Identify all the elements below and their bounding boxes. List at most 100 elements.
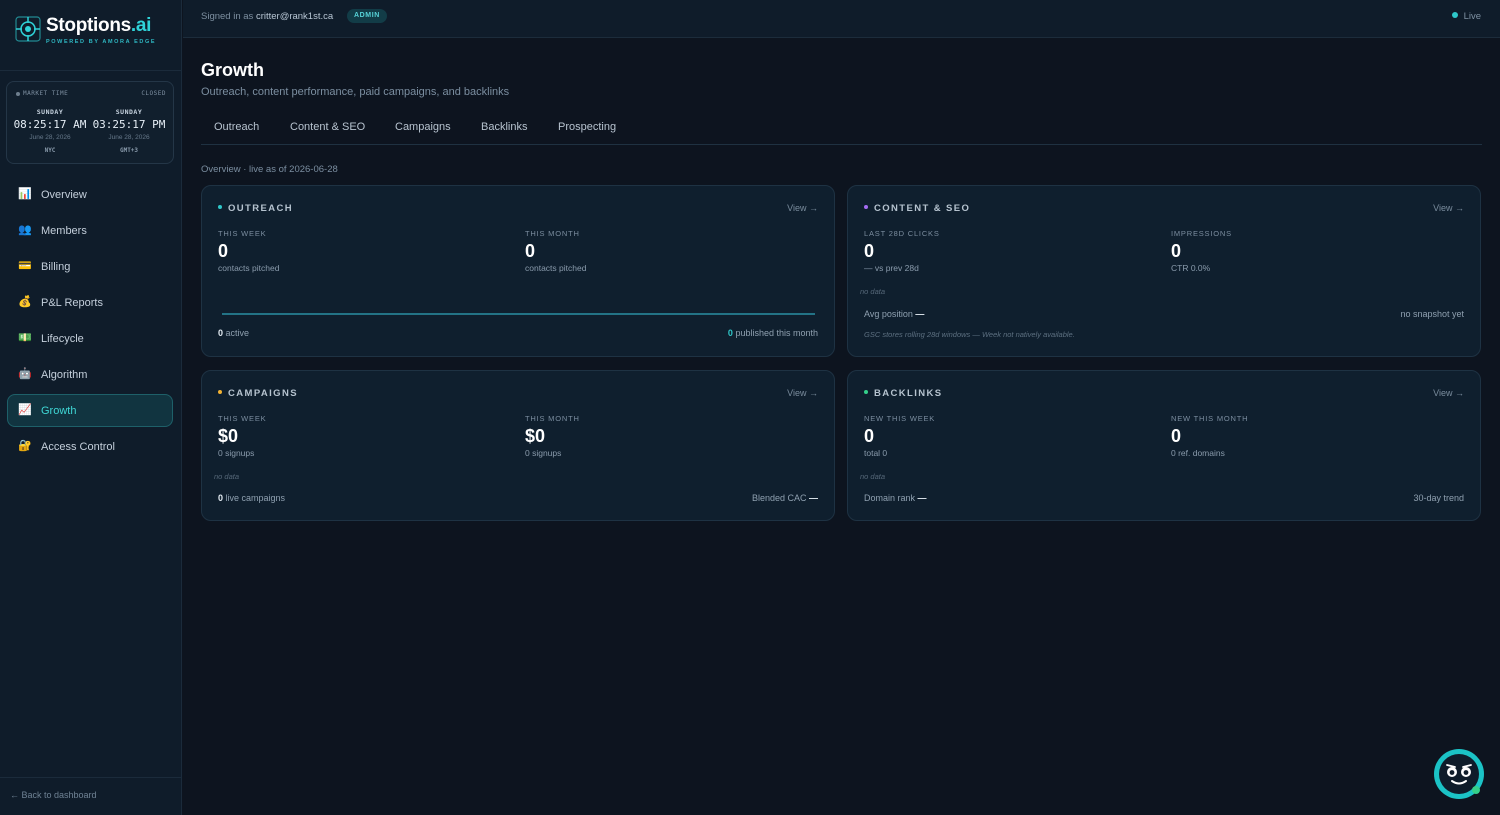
stat-new-this-week: NEW THIS WEEK 0 total 0 <box>864 414 935 458</box>
money-bag-icon: 💰 <box>18 296 32 309</box>
blended-cac: Blended CAC — <box>752 493 818 503</box>
stat-this-month: THIS MONTH 0 contacts pitched <box>525 229 586 273</box>
clock-day: SUNDAY <box>11 108 89 116</box>
gsc-note: GSC stores rolling 28d windows — Week no… <box>864 330 1075 339</box>
brand-name: Stoptions.ai <box>46 15 151 37</box>
sidebar-nav: 📊 Overview 👥 Members 💳 Billing 💰 P&L Rep… <box>7 178 173 466</box>
sidebar-item-lifecycle[interactable]: 💵 Lifecycle <box>7 322 173 355</box>
no-data-label: no data <box>860 472 885 481</box>
sidebar-item-label: Growth <box>41 405 76 417</box>
live-campaigns-count: 0 live campaigns <box>218 493 285 503</box>
banknote-icon: 💵 <box>18 332 32 345</box>
market-time-widget: MARKET TIME CLOSED SUNDAY 08:25:17 AM Ju… <box>6 81 174 164</box>
view-outreach-link[interactable]: View → <box>787 203 818 213</box>
stat-this-week: THIS WEEK 0 contacts pitched <box>218 229 279 273</box>
published-count: 0 published this month <box>728 328 818 338</box>
no-data-label: no data <box>214 472 239 481</box>
view-campaigns-link[interactable]: View → <box>787 388 818 398</box>
sidebar: Stoptions.ai POWERED BY AMORA EDGE MARKE… <box>0 0 182 815</box>
clock-time: 08:25:17 AM <box>11 118 89 131</box>
live-indicator: Live <box>1452 11 1481 22</box>
signed-in-text: Signed in as critter@rank1st.ca <box>201 11 333 22</box>
divider <box>0 70 181 71</box>
status-dot-icon <box>218 205 222 209</box>
sidebar-item-members[interactable]: 👥 Members <box>7 214 173 247</box>
campaigns-card: CAMPAIGNS View → THIS WEEK $0 0 signups … <box>201 370 835 521</box>
status-dot-icon <box>16 92 20 96</box>
clock-date: June 28, 2026 <box>11 134 89 141</box>
status-dot-icon <box>864 205 868 209</box>
tab-content-seo[interactable]: Content & SEO <box>290 121 365 133</box>
tab-campaigns[interactable]: Campaigns <box>395 121 451 133</box>
crosshair-logo-icon <box>14 15 42 43</box>
sidebar-item-billing[interactable]: 💳 Billing <box>7 250 173 283</box>
clock-gmt: SUNDAY 03:25:17 PM June 28, 2026 GMT+3 <box>90 108 168 154</box>
outreach-card: OUTREACH View → THIS WEEK 0 contacts pit… <box>201 185 835 357</box>
active-count: 0 active <box>218 328 249 338</box>
sidebar-item-label: Lifecycle <box>41 333 84 345</box>
clock-zone: GMT+3 <box>90 147 168 154</box>
clock-nyc: SUNDAY 08:25:17 AM June 28, 2026 NYC <box>11 108 89 154</box>
back-to-dashboard-link[interactable]: ← Back to dashboard <box>10 790 97 800</box>
live-label: Live <box>1464 11 1481 22</box>
tab-outreach[interactable]: Outreach <box>214 121 259 133</box>
page-title: Growth <box>201 60 264 81</box>
status-dot-icon <box>218 390 222 394</box>
view-seo-link[interactable]: View → <box>1433 203 1464 213</box>
trend-label: 30-day trend <box>1413 493 1464 503</box>
sidebar-item-label: Billing <box>41 261 70 273</box>
top-bar: Signed in as critter@rank1st.ca ADMIN Li… <box>183 0 1500 38</box>
status-dot-icon <box>864 390 868 394</box>
page-subtitle: Outreach, content performance, paid camp… <box>201 86 509 98</box>
card-title: CONTENT & SEO <box>864 203 970 214</box>
live-dot-icon <box>1452 12 1458 18</box>
tab-bar: Outreach Content & SEO Campaigns Backlin… <box>201 116 1482 145</box>
domain-rank: Domain rank — <box>864 493 927 503</box>
stat-new-this-month: NEW THIS MONTH 0 0 ref. domains <box>1171 414 1248 458</box>
stat-this-week: THIS WEEK $0 0 signups <box>218 414 266 458</box>
market-time-label: MARKET TIME <box>23 90 68 97</box>
stat-impressions: IMPRESSIONS 0 CTR 0.0% <box>1171 229 1232 273</box>
sidebar-item-label: Access Control <box>41 441 115 453</box>
sidebar-item-access-control[interactable]: 🔐 Access Control <box>7 430 173 463</box>
users-icon: 👥 <box>18 224 32 237</box>
sidebar-item-label: Algorithm <box>41 369 87 381</box>
no-data-label: no data <box>860 287 885 296</box>
brand-logo-link[interactable]: Stoptions.ai POWERED BY AMORA EDGE <box>14 12 174 50</box>
content-seo-card: CONTENT & SEO View → LAST 28D CLICKS 0 —… <box>847 185 1481 357</box>
sidebar-item-label: Overview <box>41 189 87 201</box>
view-backlinks-link[interactable]: View → <box>1433 388 1464 398</box>
brand-tagline: POWERED BY AMORA EDGE <box>46 39 156 45</box>
snapshot-status: no snapshot yet <box>1400 309 1464 319</box>
mascot-face-icon <box>1433 748 1485 800</box>
clock-zone: NYC <box>11 147 89 154</box>
clock-date: June 28, 2026 <box>90 134 168 141</box>
outreach-sparkline <box>222 308 815 320</box>
assistant-mascot-button[interactable] <box>1433 748 1485 800</box>
divider <box>0 777 181 778</box>
overview-timestamp: Overview · live as of 2026-06-28 <box>201 164 338 175</box>
signed-in-prefix: Signed in as <box>201 11 253 22</box>
clock-day: SUNDAY <box>90 108 168 116</box>
trending-up-icon: 📈 <box>18 404 32 417</box>
tab-prospecting[interactable]: Prospecting <box>558 121 616 133</box>
sidebar-item-label: Members <box>41 225 87 237</box>
card-title: OUTREACH <box>218 203 293 214</box>
sidebar-item-pl-reports[interactable]: 💰 P&L Reports <box>7 286 173 319</box>
tab-backlinks[interactable]: Backlinks <box>481 121 527 133</box>
bar-chart-icon: 📊 <box>18 188 32 201</box>
user-email: critter@rank1st.ca <box>256 11 333 22</box>
stat-this-month: THIS MONTH $0 0 signups <box>525 414 580 458</box>
role-badge: ADMIN <box>347 9 387 23</box>
clock-time: 03:25:17 PM <box>90 118 168 131</box>
card-title: CAMPAIGNS <box>218 388 298 399</box>
sidebar-item-overview[interactable]: 📊 Overview <box>7 178 173 211</box>
avg-position: Avg position — <box>864 309 924 319</box>
sidebar-item-algorithm[interactable]: 🤖 Algorithm <box>7 358 173 391</box>
sidebar-item-label: P&L Reports <box>41 297 103 309</box>
backlinks-card: BACKLINKS View → NEW THIS WEEK 0 total 0… <box>847 370 1481 521</box>
market-status: CLOSED <box>141 90 166 97</box>
stat-clicks: LAST 28D CLICKS 0 — vs prev 28d <box>864 229 940 273</box>
robot-icon: 🤖 <box>18 368 32 381</box>
sidebar-item-growth[interactable]: 📈 Growth <box>7 394 173 427</box>
